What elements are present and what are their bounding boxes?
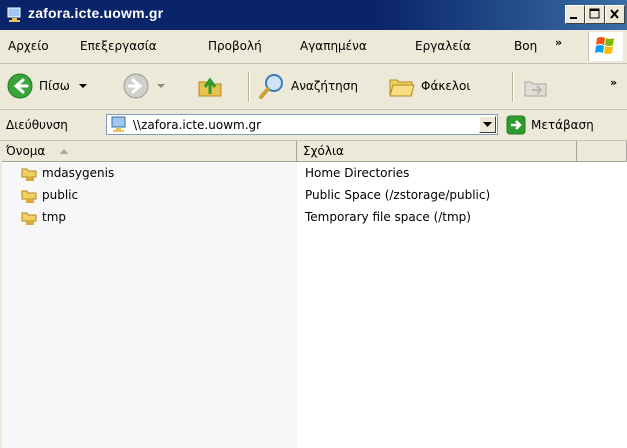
search-button[interactable]: Αναζήτηση	[258, 70, 358, 102]
chevron-down-icon	[483, 122, 492, 127]
back-arrow-icon	[7, 73, 33, 99]
toolbar-overflow-chevron[interactable]: »	[610, 76, 617, 89]
go-label: Μετάβαση	[531, 118, 594, 132]
column-header-comments[interactable]: Σχόλια	[297, 141, 577, 162]
up-folder-icon	[198, 77, 222, 97]
item-comment: Temporary file space (/tmp)	[305, 210, 471, 224]
move-to-button[interactable]	[522, 70, 550, 102]
explorer-window: zafora.icte.uowm.gr Αρχείο Επεξεργασία Π…	[0, 0, 627, 448]
address-dropdown-button[interactable]	[479, 116, 496, 133]
title-bar[interactable]: zafora.icte.uowm.gr	[0, 0, 627, 30]
network-computer-icon	[111, 116, 126, 132]
sort-ascending-icon	[60, 149, 69, 154]
go-button[interactable]: Μετάβαση	[506, 115, 594, 135]
chevron-down-icon[interactable]	[156, 81, 166, 91]
move-to-folder-icon	[524, 81, 547, 97]
up-folder-button[interactable]	[196, 70, 224, 102]
list-item[interactable]: public Public Space (/zstorage/public)	[0, 185, 627, 207]
windows-logo	[588, 32, 623, 61]
column-header-filler	[577, 141, 627, 162]
menu-bar: Αρχείο Επεξεργασία Προβολή Αγαπημένα Εργ…	[0, 30, 627, 64]
chevron-down-icon[interactable]	[78, 81, 88, 91]
window-title: zafora.icte.uowm.gr	[28, 5, 164, 21]
minimize-button[interactable]	[565, 5, 585, 24]
forward-arrow-icon	[123, 73, 149, 99]
address-input[interactable]: \\zafora.icte.uowm.gr	[106, 114, 498, 135]
go-arrow-icon	[506, 115, 526, 135]
column-header-name-label: Όνομα	[6, 144, 46, 158]
menu-edit[interactable]: Επεξεργασία	[80, 39, 157, 53]
address-value: \\zafora.icte.uowm.gr	[133, 118, 262, 132]
search-label: Αναζήτηση	[291, 79, 358, 93]
address-label: Διεύθυνση	[6, 118, 68, 132]
address-bar: Διεύθυνση \\zafora.icte.uowm.gr Μετάβαση	[0, 110, 627, 141]
search-icon	[259, 74, 283, 99]
item-name: mdasygenis	[42, 166, 115, 180]
back-button[interactable]: Πίσω	[6, 70, 88, 102]
item-name: tmp	[42, 210, 67, 224]
item-comment: Home Directories	[305, 166, 410, 180]
menu-file[interactable]: Αρχείο	[8, 39, 49, 53]
close-icon	[610, 9, 619, 19]
back-label: Πίσω	[39, 79, 70, 93]
shared-folder-icon	[21, 190, 37, 203]
item-comment: Public Space (/zstorage/public)	[305, 188, 491, 202]
list-item[interactable]: mdasygenis Home Directories	[0, 163, 627, 185]
file-list[interactable]: Όνομα Σχόλια mdasygenis Home Directories…	[0, 141, 627, 448]
folders-label: Φάκελοι	[421, 79, 471, 93]
menu-help[interactable]: Βοη	[514, 39, 537, 53]
maximize-icon	[589, 8, 600, 19]
minimize-icon	[570, 17, 577, 19]
column-header-comments-label: Σχόλια	[303, 144, 344, 158]
shared-folder-icon	[21, 212, 37, 225]
menu-tools[interactable]: Εργαλεία	[415, 39, 471, 53]
item-name: public	[42, 188, 79, 202]
toolbar: Πίσω Αναζήτηση Φάκελοι »	[0, 64, 627, 110]
folders-icon	[389, 79, 415, 97]
menu-overflow-chevron[interactable]: »	[555, 36, 562, 49]
toolbar-separator	[248, 72, 250, 102]
window-left-border	[0, 141, 2, 448]
network-folder-icon	[7, 7, 21, 22]
close-button[interactable]	[605, 5, 625, 24]
column-header-name[interactable]: Όνομα	[0, 141, 297, 162]
menu-favorites[interactable]: Αγαπημένα	[300, 39, 367, 53]
list-item[interactable]: tmp Temporary file space (/tmp)	[0, 207, 627, 229]
shared-folder-icon	[21, 168, 37, 181]
windows-flag-icon	[595, 37, 614, 54]
folders-button[interactable]: Φάκελοι	[388, 70, 470, 102]
maximize-button[interactable]	[585, 5, 605, 24]
toolbar-separator	[512, 72, 514, 102]
forward-button[interactable]	[122, 70, 166, 102]
menu-view[interactable]: Προβολή	[208, 39, 262, 53]
